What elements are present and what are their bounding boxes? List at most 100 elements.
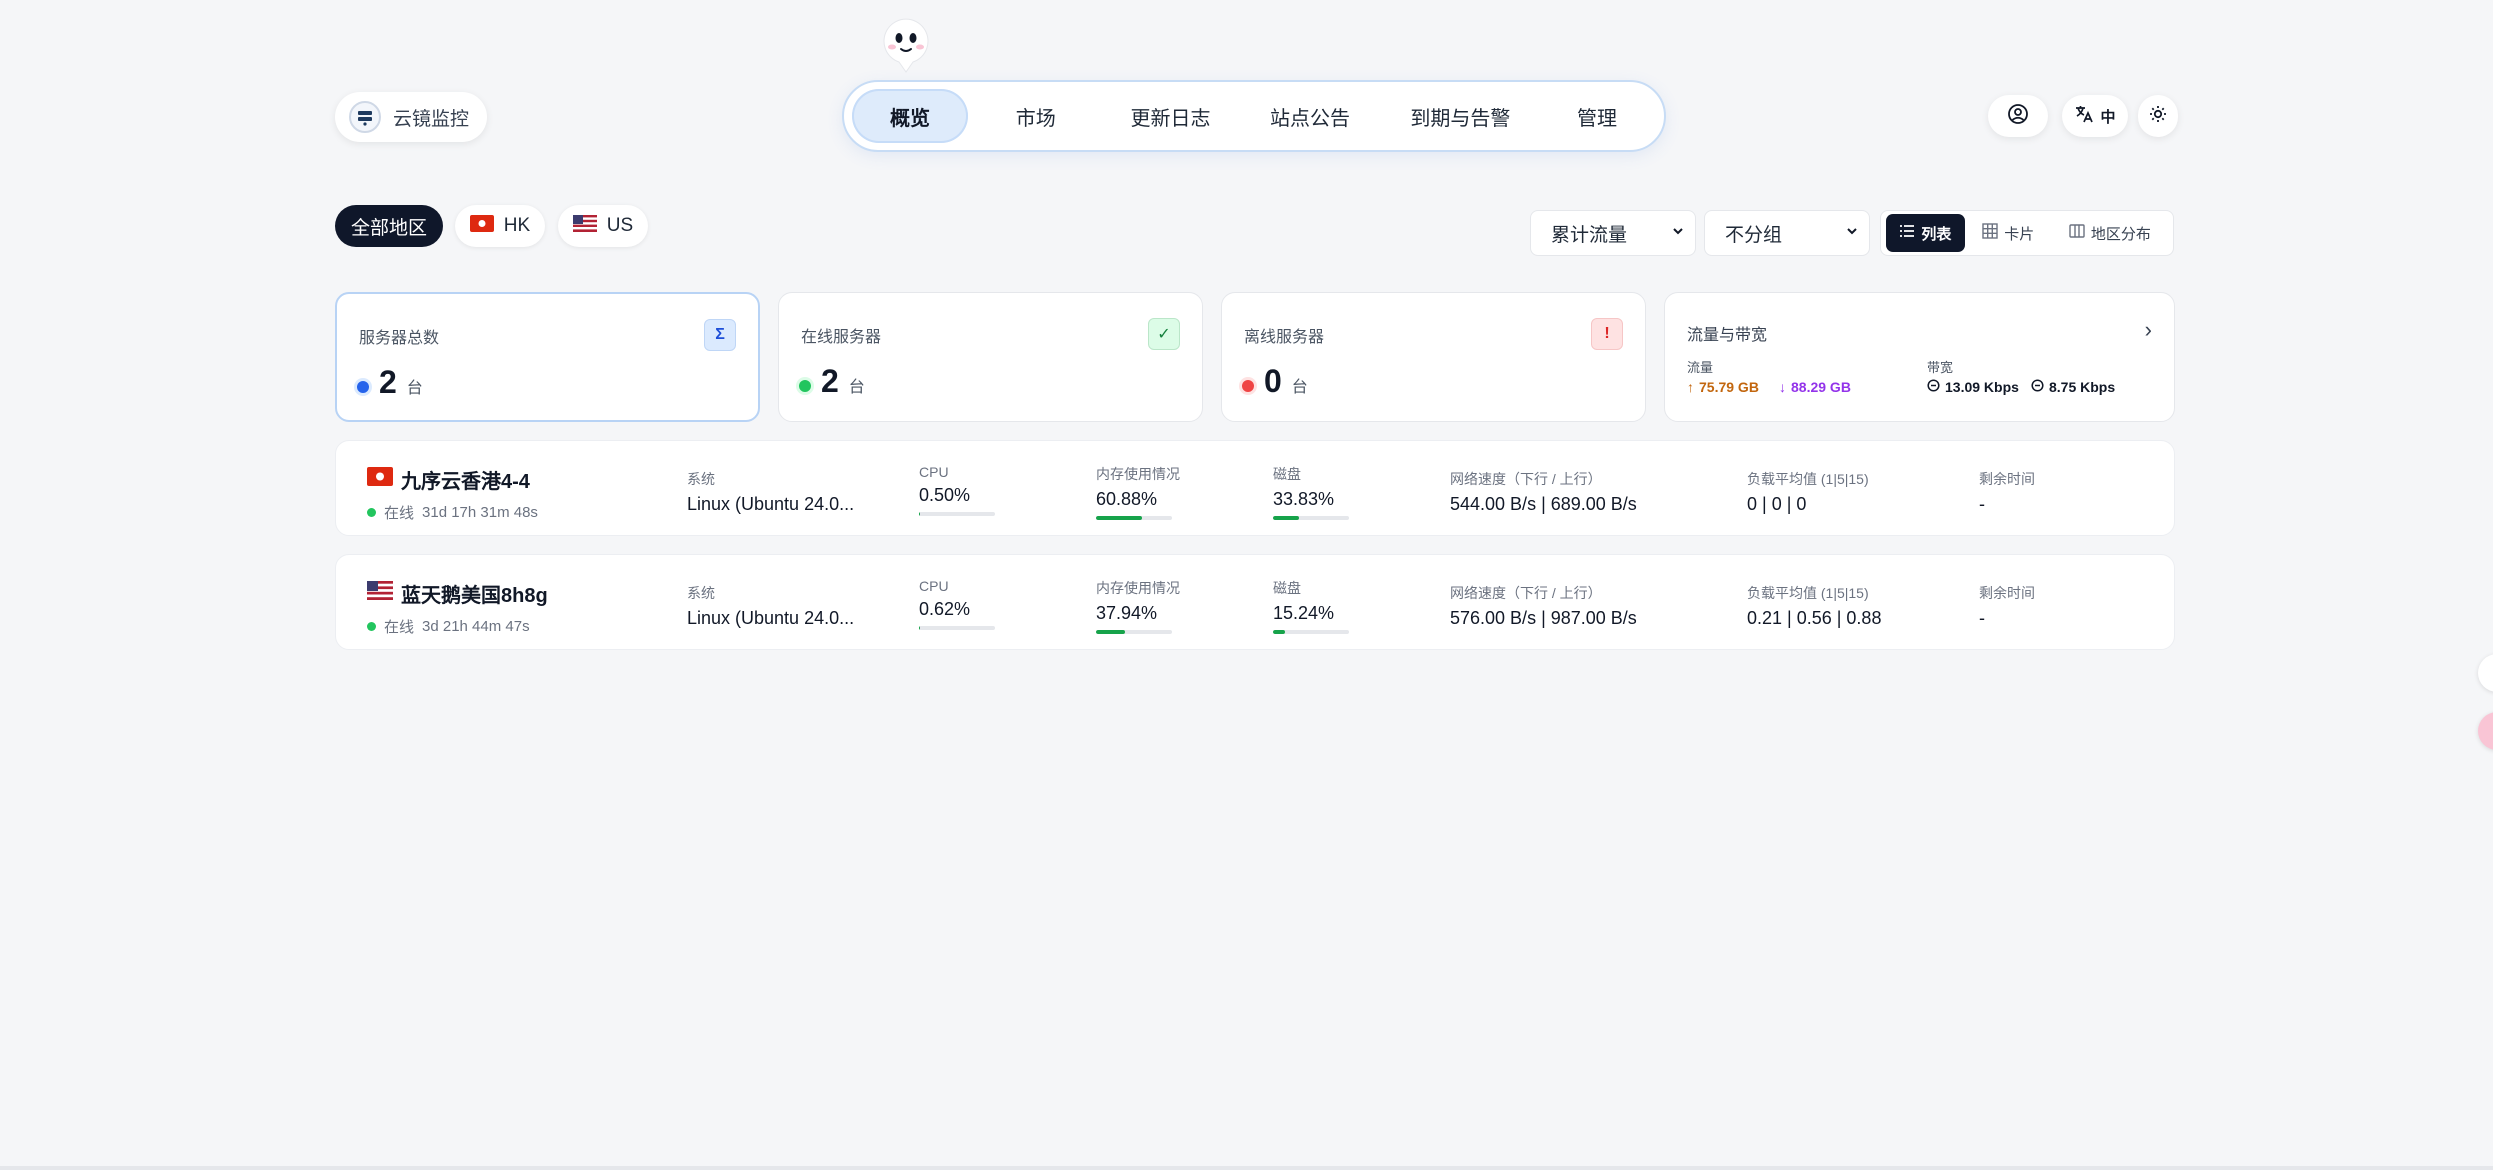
cpu-bar — [919, 512, 995, 516]
gauge-icon — [2031, 379, 2044, 395]
view-region-label: 地区分布 — [2090, 225, 2151, 243]
server-status: 在线 — [384, 619, 415, 636]
disk-value: 33.83% — [1273, 489, 1335, 509]
cpu-value: 0.50% — [919, 485, 971, 505]
status-dot — [357, 381, 369, 393]
online-dot — [367, 622, 376, 631]
disk-label: 磁盘 — [1273, 466, 1301, 482]
view-list-button[interactable]: 列表 — [1886, 214, 1965, 252]
memory-bar — [1096, 630, 1172, 634]
us-flag-icon — [572, 214, 597, 238]
view-list-label: 列表 — [1921, 225, 1952, 243]
stat-unit: 台 — [848, 379, 865, 396]
bandwidth-out-value: 8.75 Kbps — [2049, 379, 2116, 395]
disk-bar-fill — [1273, 516, 1299, 520]
hk-flag-icon — [367, 467, 393, 492]
traffic-upload-value: 75.79 GB — [1699, 379, 1759, 395]
language-button[interactable]: 中 — [2062, 95, 2128, 137]
stat-offline-servers[interactable]: 离线服务器 ! 0 台 — [1221, 292, 1646, 422]
list-icon — [1899, 223, 1915, 243]
memory-label: 内存使用情况 — [1096, 580, 1180, 596]
us-flag-icon — [367, 581, 393, 606]
arrow-up-icon: ↑ — [1687, 379, 1694, 395]
stat-title: 在线服务器 — [801, 329, 882, 346]
memory-bar — [1096, 516, 1172, 520]
nav-expiry-alerts[interactable]: 到期与告警 — [1383, 89, 1538, 143]
stat-value: 2 — [821, 363, 839, 399]
server-row[interactable]: 蓝天鹅美国8h8g 在线 3d 21h 44m 47s 系统 Linux (Ub… — [335, 554, 2175, 650]
cpu-label: CPU — [919, 578, 949, 594]
group-select[interactable]: 不分组 — [1704, 210, 1870, 256]
status-dot — [1242, 380, 1254, 392]
view-card-button[interactable]: 卡片 — [1969, 214, 2048, 252]
region-hk-label: HK — [503, 215, 531, 236]
chevron-right-icon: › — [2144, 317, 2152, 342]
stat-unit: 台 — [1291, 379, 1308, 396]
cpu-bar-fill — [919, 512, 920, 516]
remaining-label: 剩余时间 — [1979, 585, 2035, 601]
cloud-server-icon — [349, 101, 381, 133]
stat-total-servers[interactable]: 服务器总数 Σ 2 台 — [335, 292, 760, 422]
system-value: Linux (Ubuntu 24.0... — [687, 494, 855, 514]
view-card-label: 卡片 — [2004, 225, 2035, 243]
stat-value: 0 — [1264, 363, 1282, 399]
chevron-down-icon — [1845, 222, 1859, 244]
cpu-value: 0.62% — [919, 599, 971, 619]
nav-changelog[interactable]: 更新日志 — [1104, 89, 1238, 143]
remaining-value: - — [1979, 494, 1985, 514]
system-value: Linux (Ubuntu 24.0... — [687, 608, 855, 628]
server-row[interactable]: 九序云香港4-4 在线 31d 17h 31m 48s 系统 Linux (Ub… — [335, 440, 2175, 536]
memory-label: 内存使用情况 — [1096, 466, 1180, 482]
nav-announcements[interactable]: 站点公告 — [1237, 89, 1382, 143]
brand-name: 云镜监控 — [393, 108, 470, 130]
system-label: 系统 — [687, 585, 715, 601]
server-name[interactable]: 九序云香港4-4 — [401, 465, 530, 494]
main-nav: 概览 市场 更新日志 站点公告 到期与告警 管理 — [842, 80, 1666, 152]
nav-overview[interactable]: 概览 — [852, 89, 968, 143]
side-tool-button[interactable] — [2478, 654, 2493, 692]
load-value: 0 | 0 | 0 — [1747, 494, 1807, 514]
alert-icon: ! — [1591, 318, 1623, 350]
view-region-button[interactable]: 地区分布 — [2052, 214, 2168, 252]
load-value: 0.21 | 0.56 | 0.88 — [1747, 608, 1882, 628]
network-label: 网络速度（下行 / 上行） — [1450, 585, 1602, 601]
region-us[interactable]: US — [558, 205, 648, 247]
check-icon: ✓ — [1148, 318, 1180, 350]
brand[interactable]: 云镜监控 — [335, 92, 487, 142]
sigma-icon: Σ — [704, 319, 736, 351]
bandwidth-in: 13.09 Kbps — [1927, 379, 2019, 395]
load-label: 负载平均值 (1|5|15) — [1747, 471, 1869, 487]
network-value: 576.00 B/s | 987.00 B/s — [1450, 608, 1637, 628]
stat-online-servers[interactable]: 在线服务器 ✓ 2 台 — [778, 292, 1203, 422]
cpu-bar — [919, 626, 995, 630]
mascot-icon — [880, 18, 932, 74]
status-dot — [799, 380, 811, 392]
memory-bar-fill — [1096, 630, 1125, 634]
traffic-download-value: 88.29 GB — [1791, 379, 1851, 395]
traffic-select[interactable]: 累计流量 — [1530, 210, 1696, 256]
nav-admin[interactable]: 管理 — [1538, 89, 1656, 143]
cpu-bar-fill — [919, 626, 920, 630]
traffic-upload: ↑ 75.79 GB — [1687, 379, 1759, 395]
region-us-label: US — [606, 215, 634, 236]
network-label: 网络速度（下行 / 上行） — [1450, 471, 1602, 487]
traffic-download: ↓ 88.29 GB — [1779, 379, 1851, 395]
bandwidth-in-value: 13.09 Kbps — [1945, 379, 2019, 395]
traffic-label: 流量 — [1687, 360, 1714, 375]
user-button[interactable] — [1988, 95, 2048, 137]
stat-value: 2 — [379, 364, 397, 400]
stat-traffic-bandwidth[interactable]: 流量与带宽 › 流量 ↑ 75.79 GB ↓ 88.29 GB 带宽 13.0… — [1664, 292, 2175, 422]
region-hk[interactable]: HK — [455, 205, 545, 247]
sun-icon — [2149, 105, 2167, 127]
traffic-select-value: 累计流量 — [1551, 224, 1628, 246]
theme-toggle[interactable] — [2138, 95, 2178, 137]
view-switcher: 列表 卡片 地区分布 — [1880, 210, 2174, 256]
disk-bar-fill — [1273, 630, 1285, 634]
region-all[interactable]: 全部地区 — [335, 205, 443, 247]
nav-market[interactable]: 市场 — [968, 89, 1104, 143]
memory-value: 37.94% — [1096, 603, 1158, 623]
stat-unit: 台 — [406, 380, 423, 397]
side-mascot-button[interactable] — [2478, 712, 2493, 750]
language-label: 中 — [2100, 108, 2116, 126]
server-name[interactable]: 蓝天鹅美国8h8g — [401, 579, 548, 608]
